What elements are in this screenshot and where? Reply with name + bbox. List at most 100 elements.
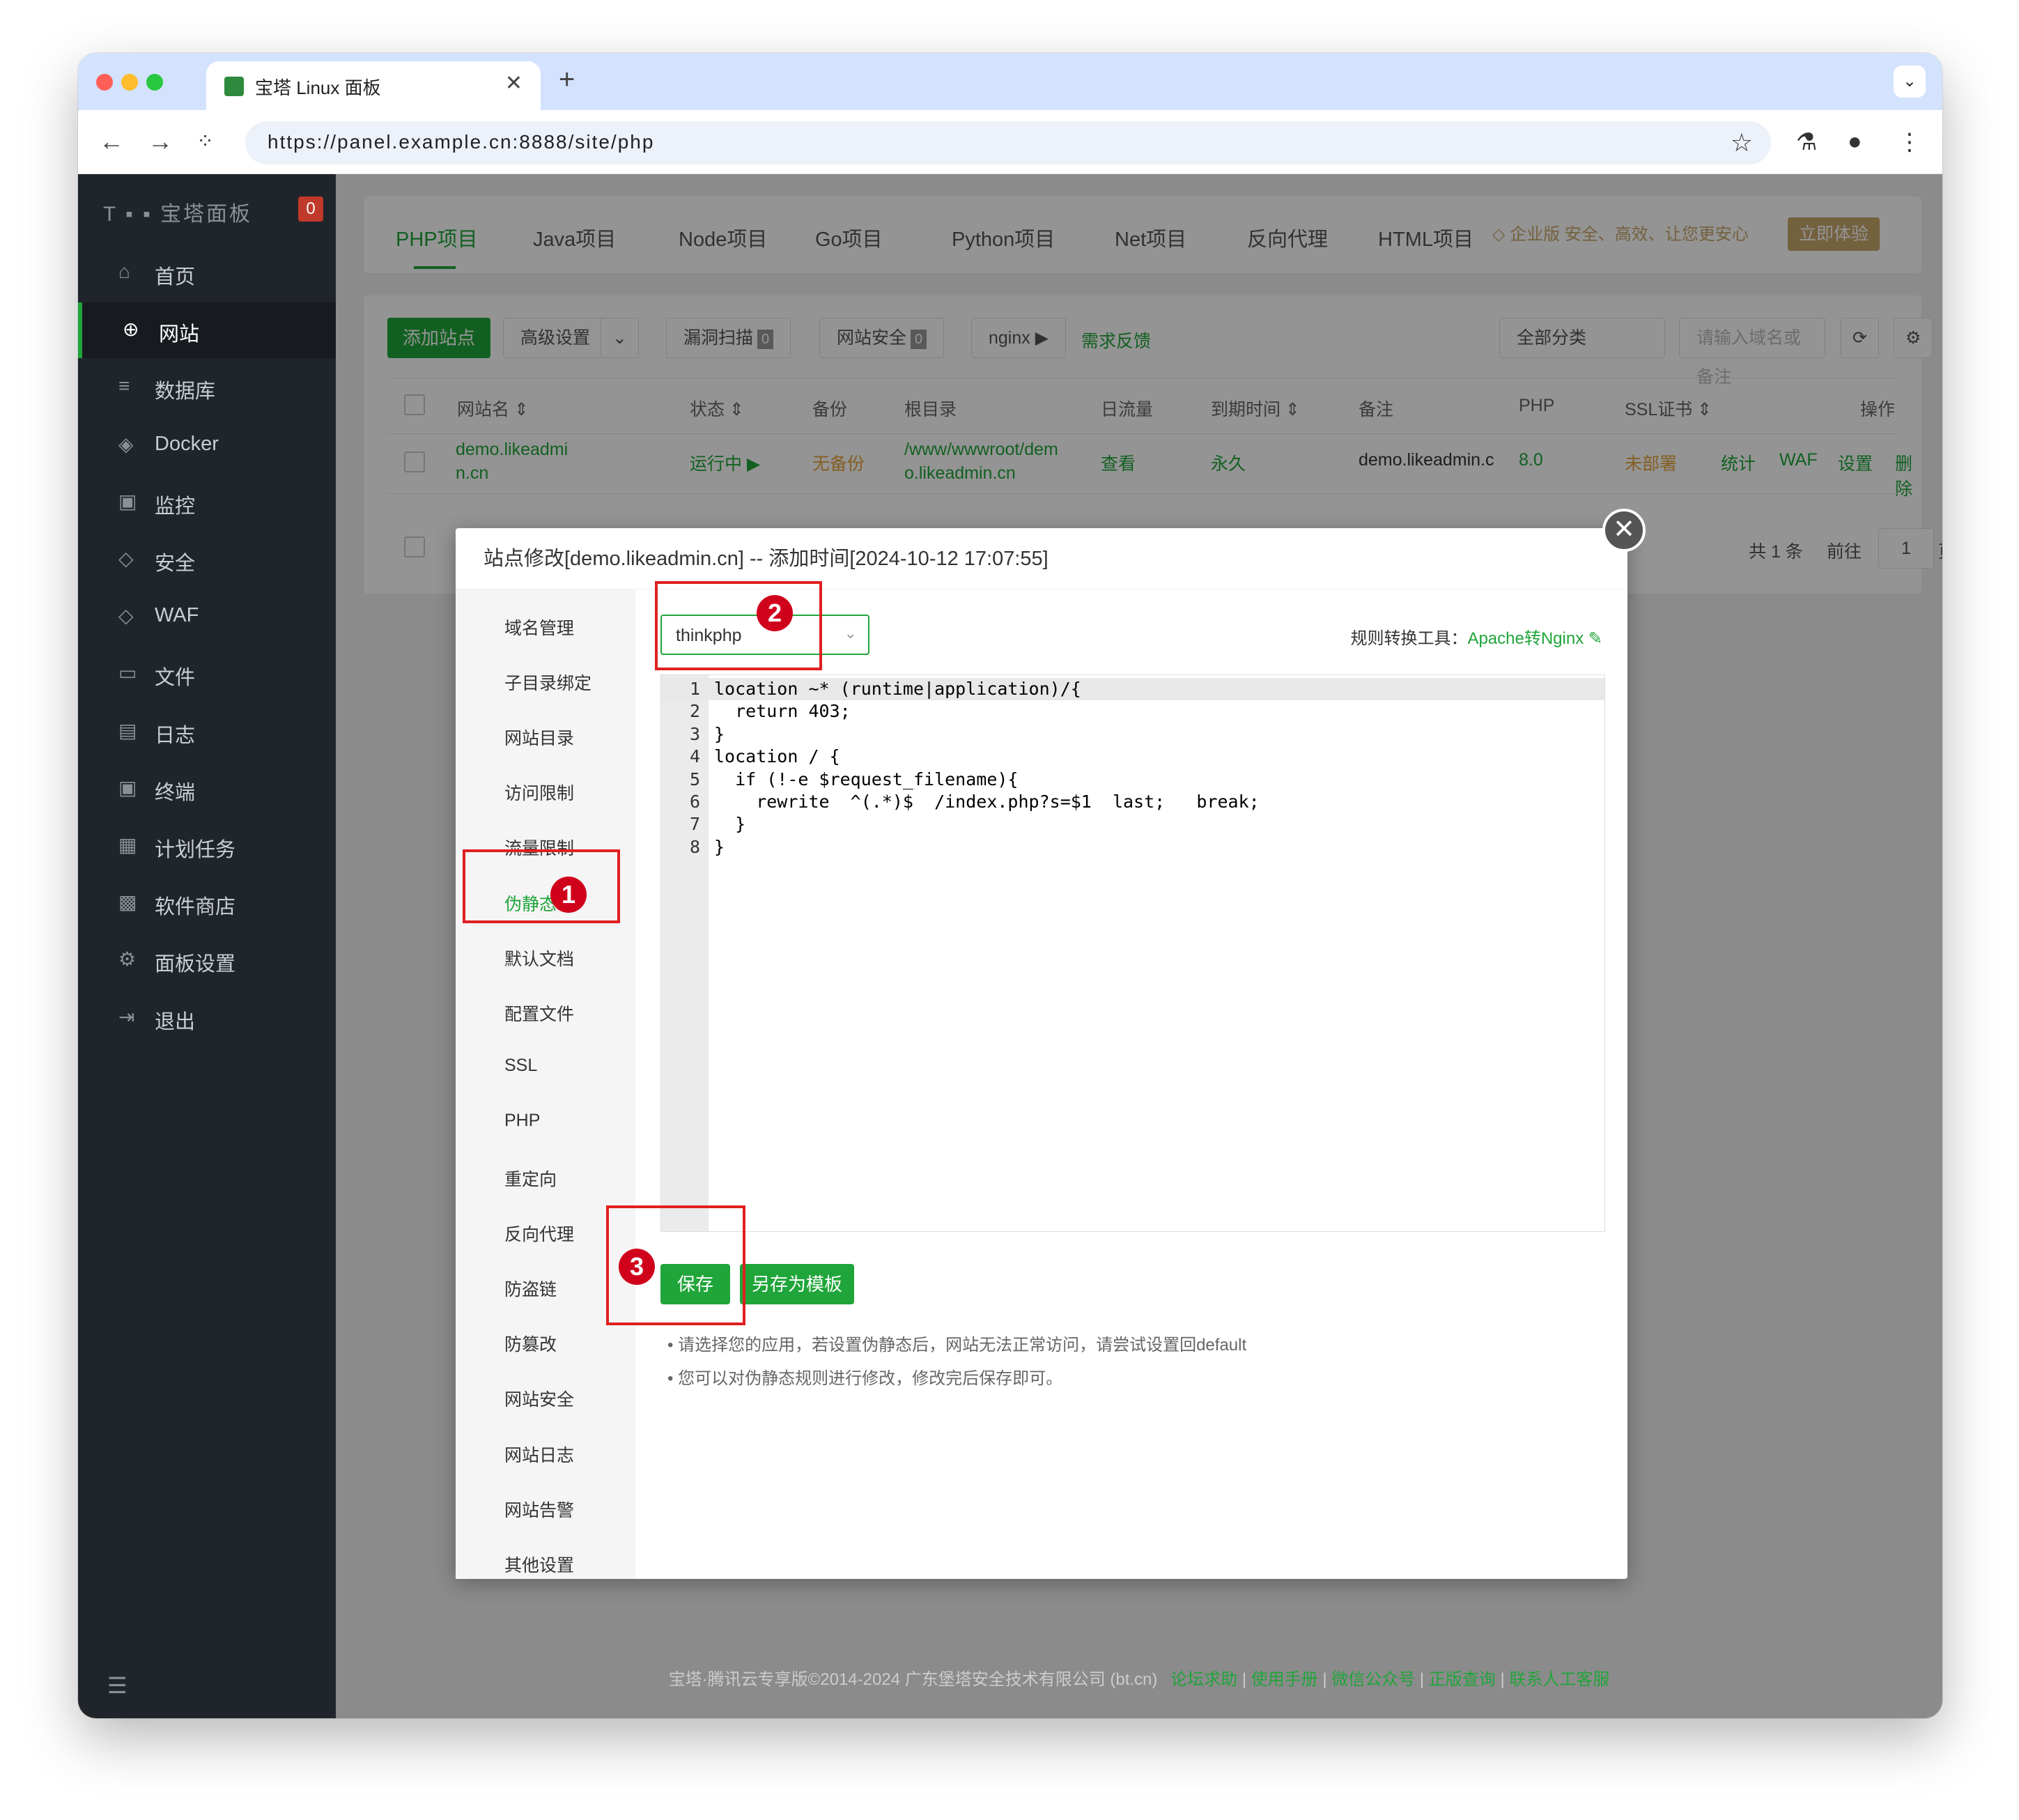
sidebar-item-label: 首页: [155, 266, 196, 288]
sidebar-icon: ⌂: [118, 261, 130, 282]
modal-nav-item-9[interactable]: PHP: [504, 1111, 540, 1131]
tab-title: 宝塔 Linux 面板: [255, 77, 381, 98]
sidebar-item-3[interactable]: ◈ Docker: [78, 417, 336, 473]
code-text: location ~* (runtime|application)/{: [714, 679, 1081, 699]
modal-nav-item-0[interactable]: 域名管理: [504, 615, 574, 640]
sidebar-icon: ▤: [118, 719, 137, 741]
back-icon[interactable]: ←: [99, 127, 124, 156]
footer-link-1[interactable]: 使用手册: [1251, 1670, 1318, 1689]
site-edit-modal: 站点修改[demo.likeadmin.cn] -- 添加时间[2024-10-…: [456, 509, 1646, 1579]
close-window-button[interactable]: [96, 74, 113, 91]
line-number: 7: [689, 814, 700, 835]
sidebar-item-13[interactable]: ⇥ 退出: [78, 990, 336, 1046]
sidebar-item-label: 软件商店: [155, 896, 236, 919]
labs-flask-icon[interactable]: ⚗: [1796, 128, 1817, 156]
footer-link-0[interactable]: 论坛求助: [1170, 1670, 1237, 1689]
code-editor[interactable]: 1 location ~* (runtime|application)/{2 re…: [660, 674, 1605, 1232]
minimize-window-button[interactable]: [121, 74, 138, 91]
modal-nav-item-12[interactable]: 防盗链: [504, 1276, 557, 1301]
collapse-sidebar-icon[interactable]: ☰: [107, 1672, 127, 1699]
brand-logo: T ▪ ▪ 宝塔面板: [103, 203, 253, 226]
site-settings-icon[interactable]: ⁘: [196, 130, 214, 154]
sidebar-item-label: 退出: [155, 1010, 196, 1033]
convert-tool-label: 规则转换工具：: [1350, 629, 1468, 648]
sidebar-item-0[interactable]: ⌂ 首页: [78, 245, 336, 301]
modal-nav-item-6[interactable]: 默认文档: [504, 946, 574, 971]
modal-nav-item-1[interactable]: 子目录绑定: [504, 670, 591, 695]
apache-to-nginx-link[interactable]: Apache转Nginx: [1467, 629, 1584, 648]
tab-close-icon[interactable]: ✕: [505, 71, 523, 95]
modal-nav-item-13[interactable]: 防篡改: [504, 1331, 557, 1356]
annotation-box-2: [655, 581, 822, 670]
sidebar-item-7[interactable]: ▭ 文件: [78, 646, 336, 702]
sidebar-icon: ▣: [118, 776, 137, 799]
browser-toolbar: ← → ⁘ https://panel.example.cn:8888/site…: [78, 110, 1942, 174]
sidebar-item-label: 安全: [155, 553, 196, 575]
sidebar-item-2[interactable]: ≡ 数据库: [78, 360, 336, 415]
browser-tab[interactable]: 宝塔 Linux 面板 ✕: [206, 61, 541, 110]
sidebar-item-label: 数据库: [155, 380, 216, 403]
code-text: return 403;: [714, 701, 851, 722]
sidebar-item-4[interactable]: ▣ 监控: [78, 475, 336, 530]
annotation-number-1: 1: [550, 877, 587, 913]
sidebar-item-label: WAF: [155, 604, 199, 627]
sidebar-icon: ▦: [118, 834, 137, 856]
edit-pencil-icon[interactable]: ✎: [1584, 629, 1602, 648]
annotation-number-3: 3: [619, 1249, 655, 1285]
browser-window: 宝塔 Linux 面板 ✕ + ⌄ ← → ⁘ https://panel.ex…: [78, 53, 1942, 1718]
modal-nav-item-17[interactable]: 其他设置: [504, 1552, 574, 1577]
forward-icon[interactable]: →: [148, 127, 173, 156]
modal-nav-item-14[interactable]: 网站安全: [504, 1386, 574, 1411]
modal-nav-item-7[interactable]: 配置文件: [504, 1001, 574, 1026]
code-text: rewrite ^(.*)$ /index.php?s=$1 last; bre…: [714, 792, 1260, 812]
sidebar-item-label: Docker: [155, 432, 219, 455]
modal-nav-item-3[interactable]: 访问限制: [504, 780, 574, 805]
modal-nav-item-10[interactable]: 重定向: [504, 1166, 557, 1191]
sidebar-icon: ◈: [118, 433, 134, 455]
sidebar-item-label: 文件: [155, 667, 196, 690]
footer-link-2[interactable]: 微信公众号: [1331, 1670, 1415, 1689]
modal-title: 站点修改[demo.likeadmin.cn] -- 添加时间[2024-10-…: [456, 528, 1627, 589]
sidebar-item-12[interactable]: ⚙ 面板设置: [78, 932, 336, 988]
save-as-template-button[interactable]: 另存为模板: [740, 1264, 854, 1304]
sidebar-item-11[interactable]: ▩ 软件商店: [78, 875, 336, 931]
maximize-window-button[interactable]: [146, 74, 163, 91]
modal-nav-item-2[interactable]: 网站目录: [504, 725, 574, 750]
modal-nav-item-8[interactable]: SSL: [504, 1056, 537, 1076]
modal-nav-item-15[interactable]: 网站日志: [504, 1442, 574, 1467]
footer-separator: |: [1317, 1670, 1332, 1689]
sidebar-item-9[interactable]: ▣ 终端: [78, 761, 336, 817]
sidebar-item-1[interactable]: ⊕ 网站: [78, 302, 336, 359]
sidebar-item-label: 终端: [155, 781, 196, 804]
annotation-box-1: [463, 849, 620, 923]
profile-avatar-icon[interactable]: ●: [1848, 128, 1862, 155]
sidebar-icon: ⊕: [123, 318, 139, 341]
sidebar-icon: ⇥: [118, 1005, 135, 1028]
footer-link-3[interactable]: 正版查询: [1429, 1670, 1496, 1689]
sidebar-item-6[interactable]: ◇ WAF: [78, 589, 336, 645]
url-text: https://panel.example.cn:8888/site/php: [268, 131, 655, 153]
tip-2: • 您可以对伪静态规则进行修改，修改完后保存即可。: [667, 1369, 1063, 1388]
tip-2-text: 您可以对伪静态规则进行修改，修改完后保存即可。: [678, 1369, 1063, 1388]
sidebar-icon: ▩: [118, 891, 137, 913]
tab-search-icon[interactable]: ⌄: [1894, 65, 1926, 98]
modal-nav-item-16[interactable]: 网站告警: [504, 1497, 574, 1522]
sidebar-icon: ◇: [118, 548, 134, 569]
address-bar[interactable]: https://panel.example.cn:8888/site/php ☆: [245, 121, 1771, 164]
modal-nav-item-11[interactable]: 反向代理: [504, 1221, 574, 1246]
sidebar-item-label: 面板设置: [155, 953, 236, 976]
sidebar-item-label: 计划任务: [155, 839, 236, 861]
sidebar-item-5[interactable]: ◇ 安全: [78, 532, 336, 587]
bookmark-star-icon[interactable]: ☆: [1731, 128, 1753, 157]
footer-link-4[interactable]: 联系人工客服: [1509, 1670, 1609, 1689]
new-tab-icon[interactable]: +: [559, 64, 575, 95]
sidebar-item-label: 监控: [155, 495, 196, 518]
sidebar-item-8[interactable]: ▤ 日志: [78, 704, 336, 759]
more-menu-icon[interactable]: ⋮: [1898, 128, 1921, 156]
notification-badge[interactable]: 0: [298, 196, 323, 222]
sidebar-icon: ⚙: [118, 948, 137, 971]
line-number: 1: [689, 679, 700, 699]
line-number: 8: [689, 836, 700, 857]
sidebar-item-10[interactable]: ▦ 计划任务: [78, 818, 336, 874]
modal-close-icon[interactable]: ✕: [1602, 509, 1646, 552]
